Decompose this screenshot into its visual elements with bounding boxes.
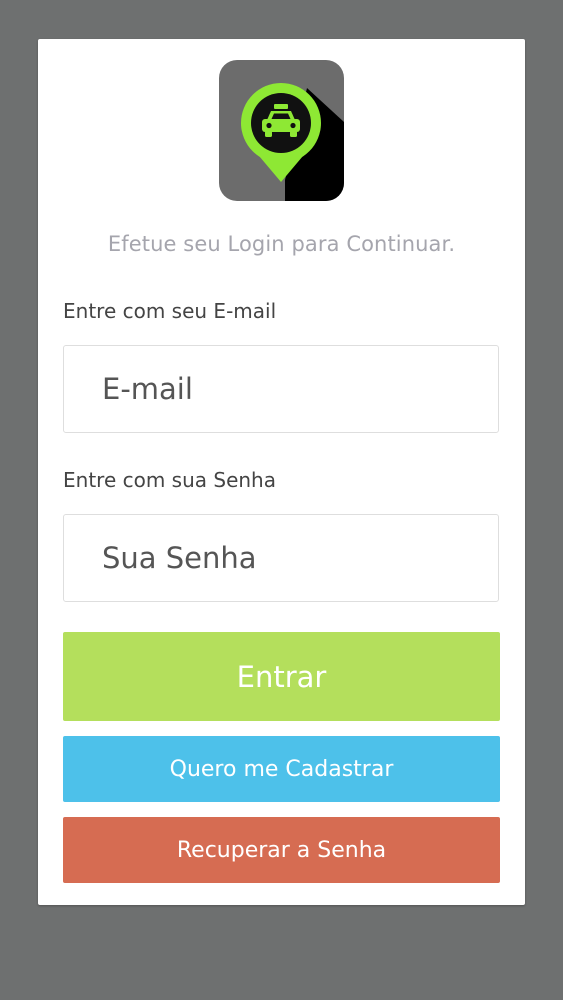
recover-password-button[interactable]: Recuperar a Senha (63, 817, 500, 883)
login-subtitle: Efetue seu Login para Continuar. (107, 232, 456, 256)
email-label: Entre com seu E-mail (63, 299, 277, 323)
login-card: Efetue seu Login para Continuar. Entre c… (38, 39, 525, 905)
password-label: Entre com sua Senha (63, 468, 276, 492)
password-input[interactable] (63, 514, 499, 602)
app-logo (219, 60, 344, 201)
login-button[interactable]: Entrar (63, 632, 500, 721)
taxi-location-pin-icon (219, 60, 344, 201)
register-button[interactable]: Quero me Cadastrar (63, 736, 500, 802)
email-input[interactable] (63, 345, 499, 433)
